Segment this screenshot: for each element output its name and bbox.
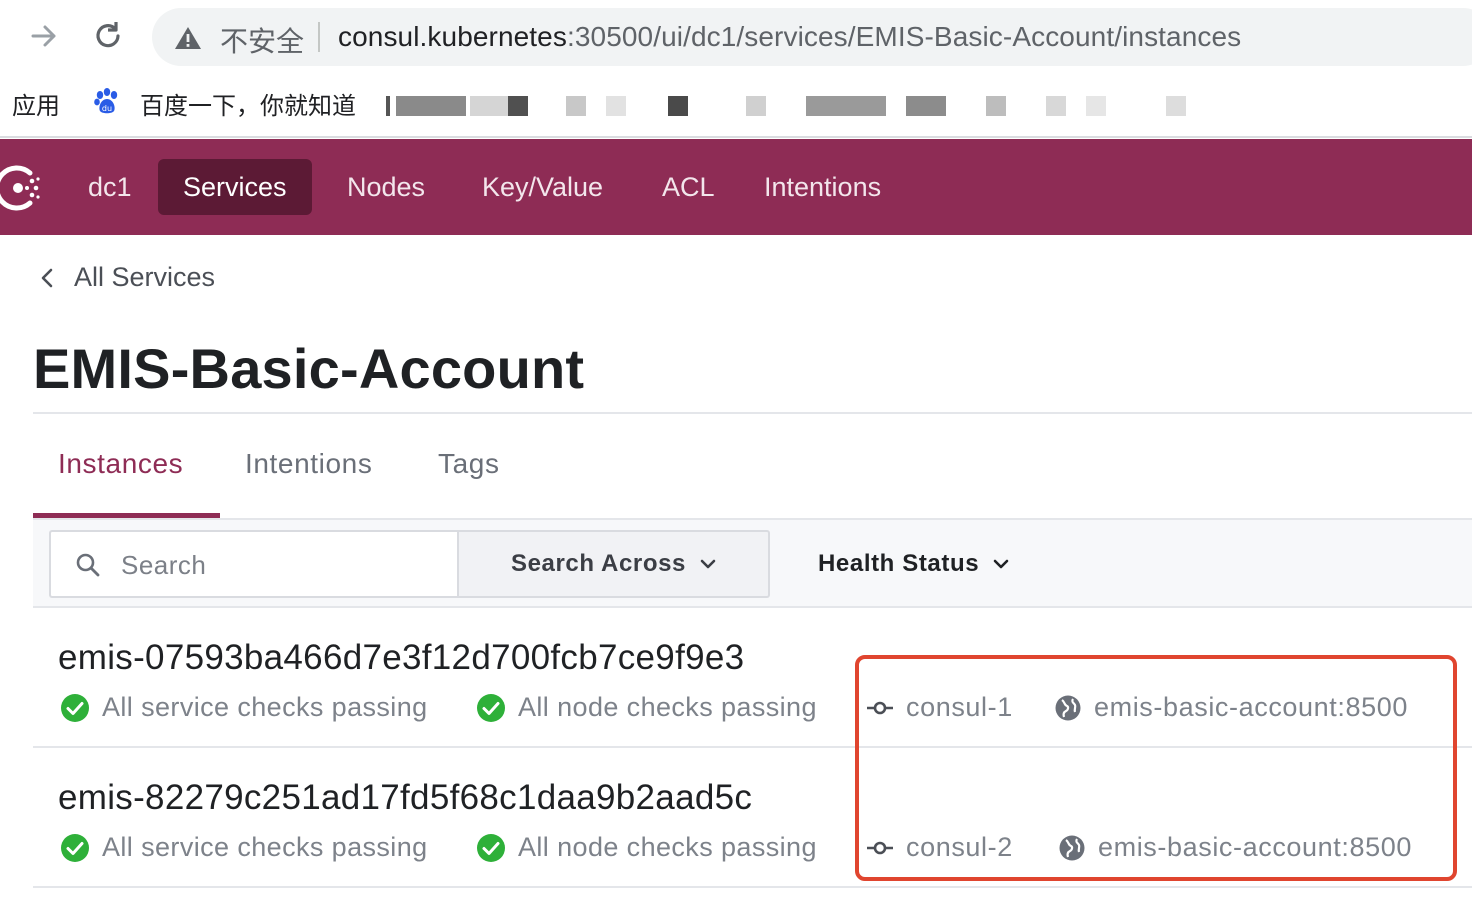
node-checks-label: All node checks passing — [518, 832, 817, 862]
bookmarks-bar: 应用 du 百度一下，你就知道 — [0, 76, 1472, 138]
node-checks-status: All node checks passing — [476, 832, 817, 863]
health-status-label: Health Status — [818, 550, 980, 577]
filter-bar: Search Across Health Status — [33, 520, 1472, 608]
page-title: EMIS-Basic-Account — [33, 337, 585, 400]
instance-row[interactable]: emis-82279c251ad17fd5f68c1daa9b2aad5c Al… — [33, 748, 1472, 888]
reload-icon — [96, 22, 120, 48]
node-link[interactable]: consul-2 — [866, 832, 1013, 863]
node-icon — [867, 701, 893, 714]
bookmark-baidu[interactable]: 百度一下，你就知道 — [140, 86, 356, 121]
address-info: emis-basic-account:8500 — [1054, 692, 1408, 723]
warning-icon — [175, 27, 201, 49]
tab-instances[interactable]: Instances — [58, 448, 183, 480]
blurred-bookmarks — [386, 94, 1206, 120]
browser-toolbar: 不安全 consul.kubernetes:30500/ui/dc1/servi… — [0, 0, 1472, 76]
globe-icon — [1059, 835, 1085, 860]
node-name: consul-2 — [906, 832, 1013, 862]
forward-button[interactable] — [22, 14, 66, 58]
svg-text:du: du — [102, 104, 112, 113]
check-circle-icon — [61, 833, 89, 862]
arrow-right-icon — [31, 25, 56, 47]
node-checks-label: All node checks passing — [518, 692, 817, 722]
datacenter-selector[interactable]: dc1 — [88, 159, 132, 215]
node-checks-status: All node checks passing — [476, 692, 817, 723]
nav-key-value[interactable]: Key/Value — [482, 159, 603, 215]
search-across-dropdown[interactable]: Search Across — [457, 530, 770, 598]
search-icon — [76, 553, 100, 577]
health-status-dropdown[interactable]: Health Status — [818, 530, 1009, 598]
baidu-paw-icon: du — [94, 88, 118, 114]
security-status[interactable]: 不安全 — [220, 20, 304, 60]
tab-tags[interactable]: Tags — [438, 448, 500, 480]
nav-acl[interactable]: ACL — [662, 159, 715, 215]
search-box — [49, 530, 459, 598]
reload-button[interactable] — [86, 14, 130, 58]
service-checks-status: All service checks passing — [60, 692, 428, 723]
globe-icon — [1055, 695, 1081, 720]
tab-bar: Instances Intentions Tags — [33, 414, 1472, 520]
nav-services[interactable]: Services — [158, 159, 312, 215]
url-path: :30500/ui/dc1/services/EMIS-Basic-Accoun… — [566, 21, 1242, 52]
consul-logo-icon[interactable] — [0, 161, 48, 215]
instance-row[interactable]: emis-07593ba466d7e3f12d700fcb7ce9f9e3 Al… — [33, 608, 1472, 748]
check-circle-icon — [61, 693, 89, 722]
node-name: consul-1 — [906, 692, 1013, 722]
breadcrumb-all-services[interactable]: All Services — [74, 262, 215, 293]
instance-name[interactable]: emis-82279c251ad17fd5f68c1daa9b2aad5c — [58, 778, 752, 818]
search-input[interactable] — [121, 546, 441, 584]
search-across-label: Search Across — [510, 550, 686, 577]
address-label: emis-basic-account:8500 — [1094, 692, 1408, 722]
nav-intentions[interactable]: Intentions — [764, 159, 881, 215]
url-text[interactable]: consul.kubernetes:30500/ui/dc1/services/… — [338, 21, 1241, 53]
service-checks-label: All service checks passing — [102, 692, 428, 722]
bookmark-apps[interactable]: 应用 — [12, 86, 60, 121]
node-icon — [867, 841, 893, 854]
chevron-down-icon — [700, 559, 716, 569]
address-label: emis-basic-account:8500 — [1098, 832, 1412, 862]
tab-intentions[interactable]: Intentions — [245, 448, 372, 480]
chevron-down-icon — [993, 559, 1009, 569]
app-header: dc1 Services Nodes Key/Value ACL Intenti… — [0, 139, 1472, 235]
address-divider — [318, 22, 320, 52]
check-circle-icon — [477, 833, 505, 862]
service-checks-label: All service checks passing — [102, 832, 428, 862]
check-circle-icon — [477, 693, 505, 722]
breadcrumb[interactable]: All Services — [38, 262, 215, 293]
address-bar[interactable]: 不安全 consul.kubernetes:30500/ui/dc1/servi… — [152, 8, 1472, 66]
chevron-left-icon — [41, 268, 53, 287]
service-checks-status: All service checks passing — [60, 832, 428, 863]
nav-nodes[interactable]: Nodes — [347, 159, 425, 215]
url-host: consul.kubernetes — [338, 21, 567, 52]
address-info: emis-basic-account:8500 — [1058, 832, 1412, 863]
node-link[interactable]: consul-1 — [866, 692, 1013, 723]
instance-name[interactable]: emis-07593ba466d7e3f12d700fcb7ce9f9e3 — [58, 638, 744, 678]
